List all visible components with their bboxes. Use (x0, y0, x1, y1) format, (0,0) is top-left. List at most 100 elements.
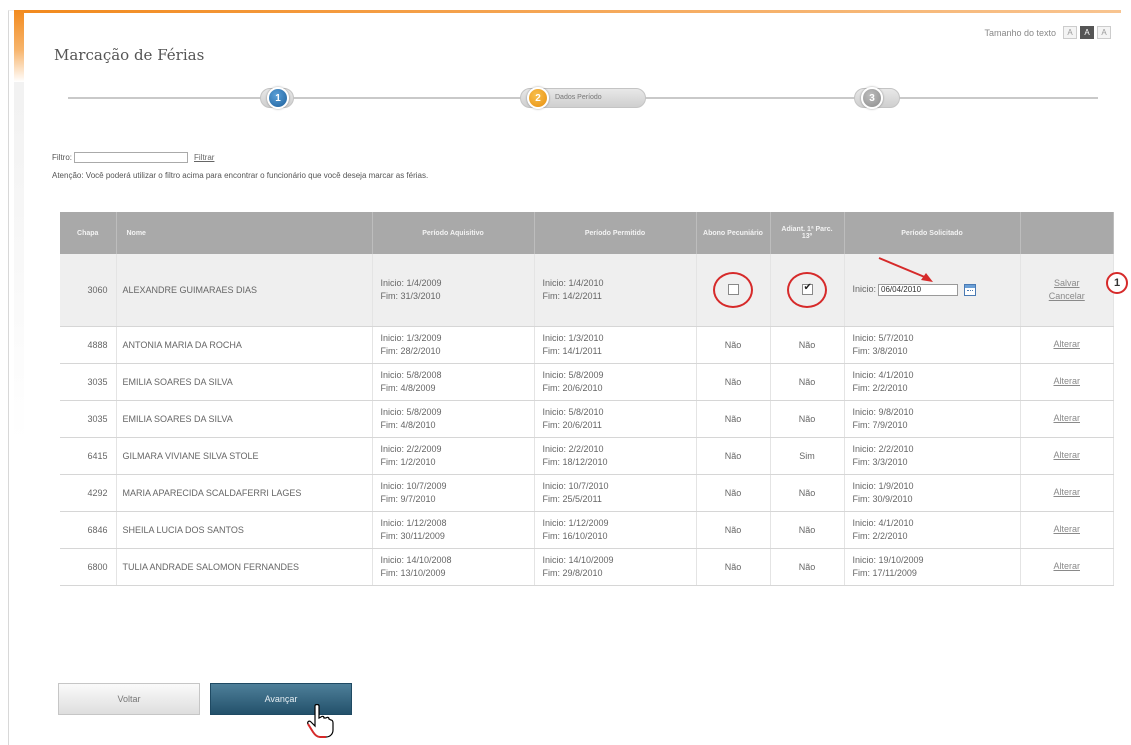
cell-periodo-solicitado: Inicio: 9/8/2010 Fim: 7/9/2010 (844, 400, 1021, 438)
cell-periodo-permitido: Inicio: 5/8/2009 Fim: 20/6/2010 (534, 363, 697, 401)
solicitado-inicio-label: Inicio: (852, 284, 877, 295)
cell-chapa: 3035 (60, 363, 117, 401)
annotation-callout: 1 (1106, 272, 1128, 294)
table-row: 6415 GILMARA VIVIANE SILVA STOLE Inicio: 2… (60, 437, 1114, 475)
header-chapa: Chapa (60, 212, 117, 254)
highlight-ring-abono (713, 271, 753, 308)
edit-link[interactable]: Alterar (1027, 338, 1108, 351)
filter-link[interactable]: Filtrar (194, 153, 214, 162)
cell-chapa: 6415 (60, 437, 117, 475)
cell-abono: Não (696, 400, 771, 438)
highlight-ring-adiantamento (787, 271, 827, 308)
annotation-arrow (878, 257, 933, 282)
cell-actions: Alterar (1020, 437, 1114, 475)
permitido-fim: Fim: 25/5/2011 (542, 493, 602, 504)
aquisitivo-inicio: Inicio: 10/7/2009 (380, 480, 447, 491)
permitido-fim: Fim: 16/10/2010 (542, 530, 608, 541)
aquisitivo-fim: Fim: 28/2/2010 (380, 345, 441, 356)
cell-periodo-permitido: Inicio: 2/2/2010 Fim: 18/12/2010 (534, 437, 697, 475)
filter-row: Filtro: Filtrar (52, 152, 214, 163)
solicitado-inicio: Inicio: 4/1/2010 (852, 517, 914, 528)
table-row: 3035 EMILIA SOARES DA SILVA Inicio: 5/8/20… (60, 363, 1114, 401)
cell-periodo-aquisitivo: Inicio: 1/3/2009 Fim: 28/2/2010 (372, 326, 535, 364)
table-row: 4888 ANTONIA MARIA DA ROCHA Inicio: 1/3/20… (60, 326, 1114, 364)
top-accent-line (24, 10, 1121, 13)
cell-periodo-solicitado: Inicio: 4/1/2010 Fim: 2/2/2010 (844, 511, 1021, 549)
edit-link[interactable]: Alterar (1027, 449, 1108, 462)
cell-periodo-aquisitivo: Inicio: 5/8/2009 Fim: 4/8/2010 (372, 400, 535, 438)
step-1: 1 (260, 87, 294, 109)
filter-input[interactable] (74, 152, 188, 163)
cell-chapa: 6800 (60, 548, 117, 586)
solicitado-fim: Fim: 2/2/2010 (852, 382, 908, 393)
cell-chapa: 6846 (60, 511, 117, 549)
cell-adiantamento: Não (770, 326, 845, 364)
solicitado-fim: Fim: 2/2/2010 (852, 530, 908, 541)
solicitado-inicio: Inicio: 2/2/2010 (852, 443, 914, 454)
cancel-link[interactable]: Cancelar (1027, 290, 1108, 303)
cell-abono (696, 254, 771, 327)
filter-notice: Atenção: Você poderá utilizar o filtro a… (52, 171, 429, 180)
permitido-inicio: Inicio: 1/3/2010 (542, 332, 604, 343)
adiantamento-checkbox[interactable] (801, 282, 813, 296)
aquisitivo-fim: Fim: 31/3/2010 (380, 290, 441, 301)
text-size-medium-button[interactable]: A (1080, 26, 1094, 39)
save-link[interactable]: Salvar (1027, 277, 1108, 290)
step-2-number: 2 (527, 87, 549, 109)
permitido-fim: Fim: 20/6/2011 (542, 419, 602, 430)
cell-nome: GILMARA VIVIANE SILVA STOLE (116, 437, 373, 475)
cell-actions: Salvar Cancelar (1020, 254, 1114, 327)
aquisitivo-fim: Fim: 4/8/2009 (380, 382, 436, 393)
cell-abono: Não (696, 511, 771, 549)
header-periodo-permitido: Período Permitido (534, 212, 697, 254)
cell-periodo-permitido: Inicio: 1/4/2010 Fim: 14/2/2011 (534, 254, 697, 327)
table-body: 4888 ANTONIA MARIA DA ROCHA Inicio: 1/3/20… (60, 326, 1114, 586)
edit-link[interactable]: Alterar (1027, 523, 1108, 536)
edit-link[interactable]: Alterar (1027, 560, 1108, 573)
edit-link[interactable]: Alterar (1027, 375, 1108, 388)
table-row-editing: 3060 ALEXANDRE GUIMARAES DIAS Inicio: 1/… (60, 254, 1114, 327)
cell-adiantamento: Não (770, 511, 845, 549)
aquisitivo-inicio: Inicio: 1/4/2009 (380, 277, 442, 288)
cell-nome: ANTONIA MARIA DA ROCHA (116, 326, 373, 364)
edit-link[interactable]: Alterar (1027, 412, 1108, 425)
aquisitivo-inicio: Inicio: 14/10/2008 (380, 554, 452, 565)
cell-periodo-aquisitivo: Inicio: 10/7/2009 Fim: 9/7/2010 (372, 474, 535, 512)
orange-accent-bar (14, 10, 24, 82)
aquisitivo-fim: Fim: 13/10/2009 (380, 567, 446, 578)
table-header-row: Chapa Nome Período Aquisitivo Período Pe… (60, 212, 1114, 254)
back-button[interactable]: Voltar (58, 683, 200, 715)
cell-adiantamento: Não (770, 400, 845, 438)
cell-nome: SHEILA LUCIA DOS SANTOS (116, 511, 373, 549)
calendar-icon[interactable] (964, 283, 977, 296)
text-size-control: Tamanho do texto A A A (984, 26, 1111, 39)
cell-adiantamento: Não (770, 363, 845, 401)
step-3-number: 3 (861, 87, 883, 109)
aquisitivo-inicio: Inicio: 1/3/2009 (380, 332, 442, 343)
cell-actions: Alterar (1020, 400, 1114, 438)
cell-periodo-aquisitivo: Inicio: 2/2/2009 Fim: 1/2/2010 (372, 437, 535, 475)
aquisitivo-fim: Fim: 1/2/2010 (380, 456, 436, 467)
cell-adiantamento: Sim (770, 437, 845, 475)
table-row: 4292 MARIA APARECIDA SCALDAFERRI LAGES Ini… (60, 474, 1114, 512)
page-title: Marcação de Férias (54, 46, 205, 64)
permitido-inicio: Inicio: 5/8/2009 (542, 369, 604, 380)
step-3: 3 (854, 87, 900, 109)
text-size-small-button[interactable]: A (1063, 26, 1077, 39)
text-size-large-button[interactable]: A (1097, 26, 1111, 39)
cell-actions: Alterar (1020, 363, 1114, 401)
solicitado-fim: Fim: 3/3/2010 (852, 456, 908, 467)
cell-chapa: 3035 (60, 400, 117, 438)
solicitado-inicio: Inicio: 1/9/2010 (852, 480, 914, 491)
cell-chapa: 3060 (60, 254, 117, 327)
edit-link[interactable]: Alterar (1027, 486, 1108, 499)
abono-checkbox[interactable] (727, 284, 739, 296)
step-1-number: 1 (267, 87, 289, 109)
cell-periodo-solicitado: Inicio: 2/2/2010 Fim: 3/3/2010 (844, 437, 1021, 475)
cell-periodo-solicitado: Inicio: 5/7/2010 Fim: 3/8/2010 (844, 326, 1021, 364)
solicitado-inicio: Inicio: 9/8/2010 (852, 406, 914, 417)
cell-periodo-permitido: Inicio: 1/3/2010 Fim: 14/1/2011 (534, 326, 697, 364)
cell-periodo-permitido: Inicio: 10/7/2010 Fim: 25/5/2011 (534, 474, 697, 512)
cell-abono: Não (696, 326, 771, 364)
cell-abono: Não (696, 474, 771, 512)
